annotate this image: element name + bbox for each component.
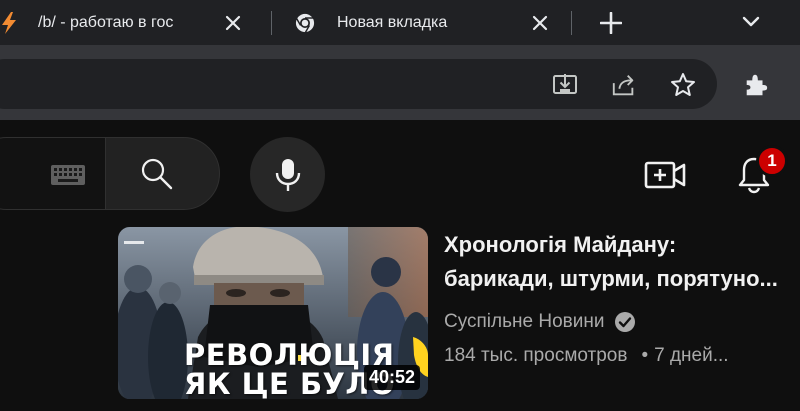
- extensions-icon[interactable]: [743, 72, 769, 98]
- search-icon: [141, 158, 172, 189]
- view-count: 184 тыс. просмотров: [444, 345, 628, 366]
- chevron-down-icon: [742, 16, 760, 27]
- create-video-icon: [644, 161, 686, 189]
- lightning-icon: [0, 11, 20, 34]
- search-button[interactable]: [105, 137, 220, 210]
- youtube-header: [0, 120, 800, 227]
- video-thumbnail[interactable]: РЕВОЛЮЦІЯ ЯК ЦЕ БУЛО 40:52: [118, 227, 428, 399]
- channel-name: Суспільне Новини: [444, 311, 605, 332]
- plus-icon: [600, 12, 622, 34]
- bookmark-star-icon[interactable]: [670, 72, 696, 98]
- share-icon[interactable]: [611, 72, 637, 98]
- keyboard-icon[interactable]: [48, 162, 88, 188]
- create-button[interactable]: [643, 155, 687, 195]
- tab-search-button[interactable]: [740, 11, 762, 33]
- browser-tab-2[interactable]: Новая вкладка: [275, 0, 565, 45]
- chrome-icon: [295, 13, 315, 33]
- browser-tab-1[interactable]: /b/ - работаю в гос: [0, 0, 268, 45]
- video-title[interactable]: Хронологія Майдану: барикади, штурми, по…: [444, 228, 800, 296]
- voice-search-button[interactable]: [250, 137, 325, 212]
- browser-tab-1-title: /b/ - работаю в гос: [38, 13, 174, 31]
- metadata-separator: •: [641, 345, 649, 366]
- upload-age: 7 дней...: [654, 345, 729, 366]
- tab-separator: [571, 11, 572, 35]
- video-title-line-2: барикади, штурми, порятуно...: [444, 266, 778, 291]
- video-metadata: 184 тыс. просмотров • 7 дней...: [444, 345, 729, 367]
- microphone-icon: [275, 158, 300, 191]
- tab-separator: [271, 11, 272, 35]
- verified-check-icon: [614, 311, 636, 333]
- new-tab-button[interactable]: [597, 9, 625, 37]
- browser-toolbar: [0, 45, 800, 120]
- notification-badge: 1: [756, 145, 788, 177]
- video-duration: 40:52: [363, 365, 420, 390]
- browser-tab-2-title: Новая вкладка: [337, 13, 448, 31]
- close-tab-1-icon[interactable]: [222, 12, 244, 34]
- close-tab-2-icon[interactable]: [529, 12, 551, 34]
- address-bar[interactable]: [0, 59, 717, 109]
- browser-tab-strip: /b/ - работаю в гос Новая вкладка: [0, 0, 800, 45]
- channel-name-link[interactable]: Суспільне Новини: [444, 311, 636, 333]
- video-title-line-1: Хронологія Майдану:: [444, 232, 677, 257]
- install-app-icon[interactable]: [552, 72, 578, 98]
